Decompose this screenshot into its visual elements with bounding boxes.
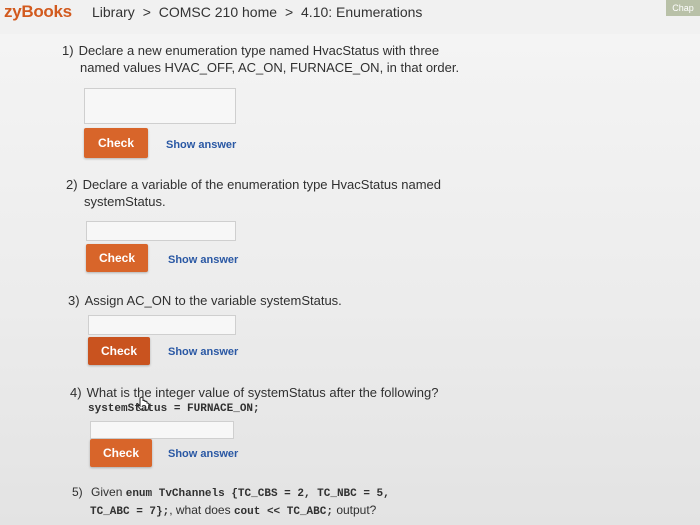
breadcrumb-separator: > bbox=[284, 4, 294, 20]
code-snippet: systemStatus = FURNACE_ON; bbox=[88, 403, 260, 415]
answer-input[interactable] bbox=[84, 88, 236, 124]
participation-activity: 1) Declare a new enumeration type named H… bbox=[0, 34, 700, 525]
check-button[interactable]: Check bbox=[90, 439, 152, 467]
question-number: 3) bbox=[68, 293, 80, 308]
question-text: Declare a new enumeration type named Hva… bbox=[78, 43, 440, 58]
show-answer-link[interactable]: Show answer bbox=[168, 346, 238, 358]
show-answer-link[interactable]: Show answer bbox=[168, 448, 238, 460]
answer-input[interactable] bbox=[88, 315, 236, 335]
chapter-tab[interactable]: Chap bbox=[666, 0, 700, 16]
breadcrumb-section: 4.10: Enumerations bbox=[301, 4, 423, 20]
question-4: 4) What is the integer value of systemSta… bbox=[70, 384, 438, 418]
show-answer-link[interactable]: Show answer bbox=[166, 139, 236, 151]
check-button[interactable]: Check bbox=[88, 337, 150, 365]
breadcrumb-separator: > bbox=[142, 4, 151, 20]
question-text: named values HVAC_OFF, AC_ON, FURNACE_ON… bbox=[80, 60, 460, 75]
question-number: 4) bbox=[70, 385, 82, 400]
question-text: What is the integer value of systemStatu… bbox=[86, 385, 439, 400]
show-answer-link[interactable]: Show answer bbox=[168, 254, 238, 266]
question-text: Given bbox=[91, 485, 123, 499]
check-button[interactable]: Check bbox=[84, 128, 148, 158]
question-text: , what does bbox=[169, 503, 231, 517]
question-text: output? bbox=[336, 503, 377, 517]
question-2: 2) Declare a variable of the enumeration … bbox=[66, 176, 441, 210]
question-text: Declare a variable of the enumeration ty… bbox=[82, 177, 441, 192]
question-number: 1) bbox=[62, 43, 74, 58]
top-bar: zyBooks Library > COMSC 210 home > 4.10:… bbox=[0, 0, 700, 35]
breadcrumb-library[interactable]: Library bbox=[92, 4, 135, 20]
code-snippet: cout << TC_ABC; bbox=[233, 506, 333, 518]
question-text: Assign AC_ON to the variable systemStatu… bbox=[84, 293, 342, 308]
answer-input[interactable] bbox=[90, 421, 234, 439]
breadcrumb-course[interactable]: COMSC 210 home bbox=[159, 4, 277, 20]
check-button[interactable]: Check bbox=[86, 244, 148, 272]
question-1: 1) Declare a new enumeration type named H… bbox=[62, 42, 459, 76]
question-3: 3) Assign AC_ON to the variable systemSta… bbox=[68, 292, 342, 309]
breadcrumb: Library > COMSC 210 home > 4.10: Enumera… bbox=[92, 4, 426, 20]
question-number: 5) bbox=[72, 485, 83, 499]
code-snippet: enum TvChannels {TC_CBS = 2, TC_NBC = 5, bbox=[125, 488, 390, 500]
question-text: systemStatus. bbox=[84, 194, 166, 209]
code-snippet: TC_ABC = 7}; bbox=[90, 506, 170, 518]
question-5: 5) Given enum TvChannels {TC_CBS = 2, TC… bbox=[72, 484, 390, 520]
question-number: 2) bbox=[66, 177, 78, 192]
zybooks-logo[interactable]: zyBooks bbox=[4, 2, 72, 22]
answer-input[interactable] bbox=[86, 221, 236, 241]
